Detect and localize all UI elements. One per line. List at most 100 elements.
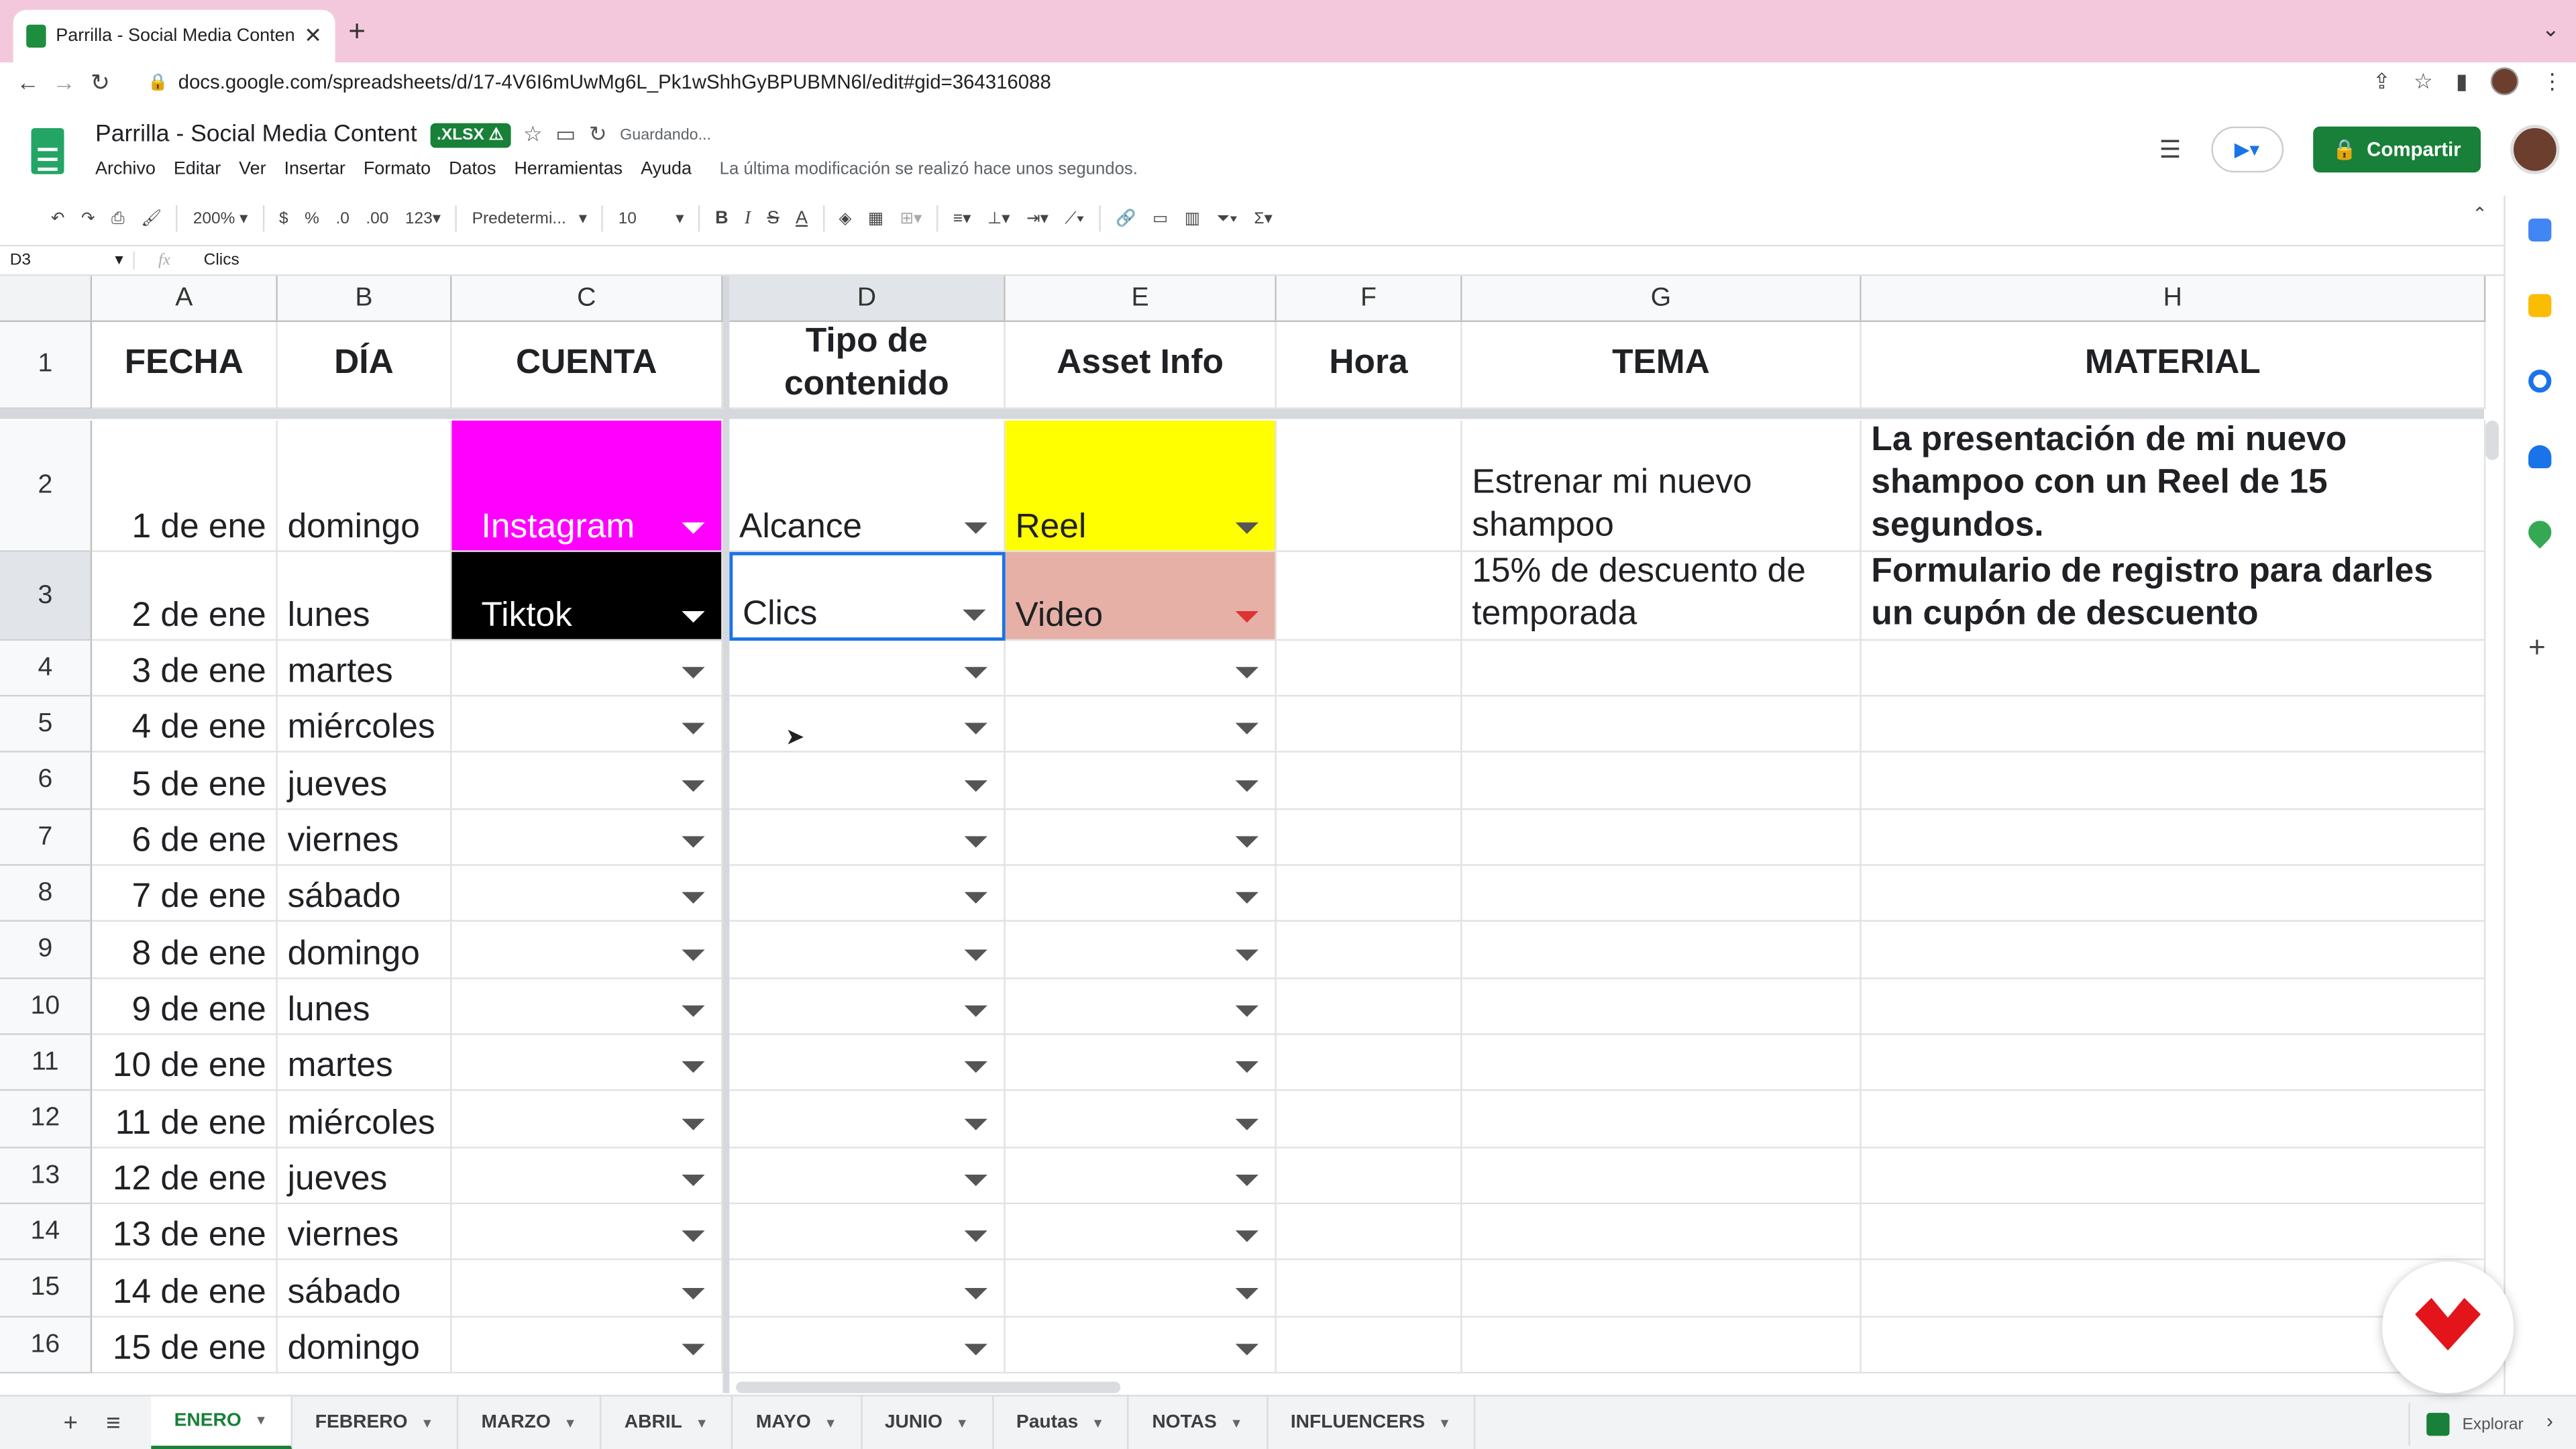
more-formats-button[interactable]: 123 ▾ [397, 209, 449, 227]
dropdown-chevron-icon[interactable] [1235, 522, 1258, 534]
cell-hora[interactable] [1276, 1318, 1462, 1374]
cell-tipo[interactable] [729, 979, 1006, 1035]
cell-material[interactable] [1861, 641, 2486, 697]
sheet-tab-notas[interactable]: NOTAS ▼ [1129, 1395, 1268, 1449]
cell-asset[interactable] [1005, 1260, 1277, 1318]
chevron-down-icon[interactable]: ▼ [695, 1415, 708, 1430]
header-cell[interactable]: Hora [1276, 322, 1462, 409]
dropdown-chevron-icon[interactable] [1235, 1288, 1258, 1300]
side-panel-icon[interactable]: ▮ [2456, 68, 2468, 95]
cell-fecha[interactable]: 15 de ene [92, 1318, 278, 1374]
dropdown-chevron-icon[interactable] [682, 1288, 705, 1300]
cell-cuenta[interactable] [451, 1148, 723, 1205]
cell-asset[interactable] [1005, 1034, 1277, 1091]
dropdown-chevron-icon[interactable] [682, 667, 705, 679]
row-header[interactable]: 9 [0, 921, 93, 979]
last-modified-text[interactable]: La última modificación se realizó hace u… [720, 160, 1138, 179]
browser-profile-avatar[interactable] [2490, 67, 2519, 96]
row-header[interactable]: 6 [0, 752, 93, 810]
menu-formato[interactable]: Formato [364, 160, 431, 179]
add-addon-icon[interactable]: + [2528, 631, 2546, 665]
back-icon[interactable]: ← [10, 69, 46, 95]
cell-dia[interactable]: domingo [277, 420, 452, 552]
sheet-tab-abril[interactable]: ABRIL ▼ [602, 1395, 733, 1449]
chevron-down-icon[interactable]: ▼ [1230, 1415, 1242, 1430]
cell-tipo[interactable] [729, 921, 1006, 979]
cell-cuenta[interactable] [451, 696, 723, 753]
cell-hora[interactable] [1276, 551, 1462, 641]
account-avatar[interactable] [2510, 125, 2560, 174]
borders-icon[interactable]: ▦ [860, 209, 892, 227]
cell-material[interactable] [1861, 810, 2486, 866]
freeze-column-divider[interactable] [722, 276, 730, 1393]
col-header-c[interactable]: C [451, 276, 723, 323]
cell-asset[interactable] [1005, 1091, 1277, 1148]
dropdown-chevron-icon[interactable] [964, 836, 987, 848]
cell-fecha[interactable]: 5 de ene [92, 752, 278, 810]
italic-button[interactable]: I [737, 209, 759, 228]
dropdown-chevron-icon[interactable] [1235, 667, 1258, 679]
text-color-button[interactable]: A [788, 209, 816, 228]
zoom-select[interactable]: 200% ▾ [184, 209, 256, 227]
cell-hora[interactable] [1276, 810, 1462, 866]
reload-icon[interactable]: ↻ [82, 68, 118, 97]
close-tab-icon[interactable]: ✕ [304, 23, 322, 49]
cell-cuenta[interactable] [451, 921, 723, 979]
meet-icon[interactable]: ▶▾ [2210, 126, 2284, 173]
dropdown-chevron-icon[interactable] [964, 1288, 987, 1300]
cell-tema[interactable] [1462, 810, 1862, 866]
menu-insertar[interactable]: Insertar [284, 160, 345, 179]
col-header-h[interactable]: H [1861, 276, 2486, 323]
header-cell[interactable]: Tipo de contenido [729, 322, 1006, 409]
cell-asset[interactable]: Video [1005, 551, 1277, 641]
cell-tema[interactable] [1462, 752, 1862, 810]
chevron-right-icon[interactable]: › [2546, 1409, 2553, 1432]
row-header[interactable]: 5 [0, 696, 93, 753]
cell-tema[interactable]: 15% de descuento de temporada [1462, 551, 1862, 641]
tab-search-icon[interactable]: ⌄ [2542, 16, 2560, 42]
insert-link-icon[interactable]: 🔗 [1108, 209, 1144, 227]
dropdown-chevron-icon[interactable] [682, 1230, 705, 1242]
collapse-menus-icon[interactable]: ⌃ [2472, 204, 2487, 225]
header-cell[interactable]: TEMA [1462, 322, 1862, 409]
cell-material[interactable] [1861, 865, 2486, 922]
dropdown-chevron-icon[interactable] [1235, 1061, 1258, 1073]
text-wrap-icon[interactable]: ⇥▾ [1018, 209, 1057, 227]
increase-decimals-button[interactable]: .00 [358, 209, 397, 227]
cell-cuenta[interactable] [451, 1260, 723, 1318]
cell-fecha[interactable]: 14 de ene [92, 1260, 278, 1318]
font-size-select[interactable]: 10 ▾ [610, 209, 692, 227]
cell-dia[interactable]: lunes [277, 551, 452, 641]
cell-tema[interactable] [1462, 1318, 1862, 1374]
url-field[interactable]: 🔒 docs.google.com/spreadsheets/d/17-4V6I… [148, 62, 2432, 102]
cell-fecha[interactable]: 10 de ene [92, 1034, 278, 1091]
menu-editar[interactable]: Editar [174, 160, 221, 179]
dropdown-chevron-icon[interactable] [682, 780, 705, 792]
cell-hora[interactable] [1276, 865, 1462, 922]
dropdown-chevron-icon[interactable] [1235, 1175, 1258, 1187]
horizontal-align-icon[interactable]: ≡▾ [945, 209, 979, 227]
cell-fecha[interactable]: 8 de ene [92, 921, 278, 979]
cell-hora[interactable] [1276, 1204, 1462, 1260]
dropdown-chevron-icon[interactable] [1235, 949, 1258, 961]
dropdown-chevron-icon[interactable] [1235, 611, 1258, 623]
cell-material[interactable]: Formulario de registro para darles un cu… [1861, 551, 2486, 641]
cell-tipo[interactable] [729, 641, 1006, 697]
dropdown-chevron-icon[interactable] [964, 722, 987, 735]
row-header[interactable]: 11 [0, 1034, 93, 1091]
vertical-align-icon[interactable]: ⊥▾ [979, 209, 1018, 227]
cell-tema[interactable] [1462, 921, 1862, 979]
chevron-down-icon[interactable]: ▼ [1438, 1415, 1451, 1430]
cell-tipo[interactable] [729, 1034, 1006, 1091]
cell-material[interactable] [1861, 1034, 2486, 1091]
cell-hora[interactable] [1276, 1091, 1462, 1148]
cell-tipo[interactable]: Clics [729, 551, 1006, 641]
dropdown-chevron-icon[interactable] [682, 1175, 705, 1187]
cell-tema[interactable] [1462, 1148, 1862, 1205]
cell-asset[interactable] [1005, 979, 1277, 1035]
functions-icon[interactable]: Σ▾ [1246, 209, 1281, 227]
maps-icon[interactable] [2523, 516, 2557, 549]
dropdown-chevron-icon[interactable] [1235, 1005, 1258, 1017]
dropdown-chevron-icon[interactable] [1235, 1230, 1258, 1242]
sheet-tab-febrero[interactable]: FEBRERO ▼ [292, 1395, 459, 1449]
